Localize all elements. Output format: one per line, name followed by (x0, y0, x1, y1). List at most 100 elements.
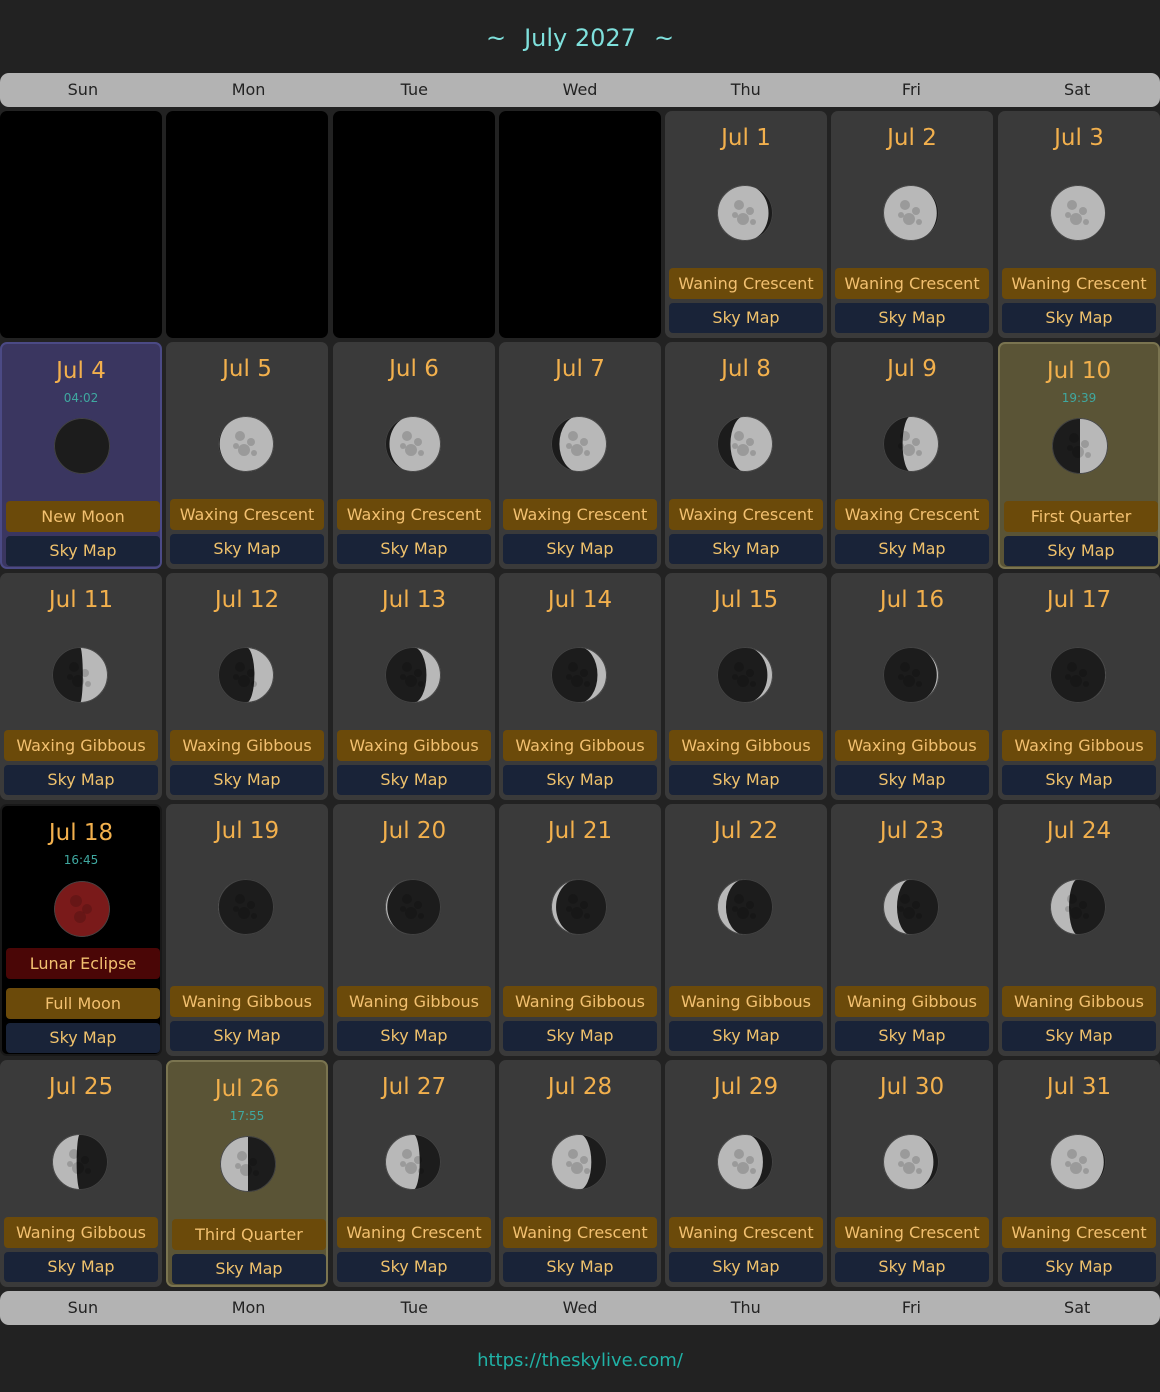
moon-phase-icon (54, 418, 110, 474)
day-date: Jul 16 (879, 587, 945, 613)
moon-phase-icon (1052, 418, 1108, 474)
day-date: Jul 2 (887, 125, 937, 151)
day-date: Jul 6 (389, 356, 439, 382)
sky-map-button[interactable]: Sky Map (1002, 765, 1156, 795)
day-cell: Jul 28 Waning Crescent Sky Map (499, 1060, 661, 1287)
moon-phase-icon (717, 185, 773, 241)
day-date: Jul 4 (56, 358, 106, 384)
phase-label: Waxing Crescent (669, 499, 823, 530)
day-date: Jul 24 (1046, 818, 1112, 844)
sky-map-button[interactable]: Sky Map (835, 534, 989, 564)
sky-map-button[interactable]: Sky Map (503, 1252, 657, 1282)
sky-map-button[interactable]: Sky Map (6, 1023, 160, 1053)
empty-day-cell (333, 111, 495, 338)
weekday-label: Mon (231, 1298, 266, 1317)
sky-map-button[interactable]: Sky Map (6, 536, 160, 566)
phase-label: Waxing Gibbous (835, 730, 989, 761)
empty-day-cell (499, 111, 661, 338)
day-cell: Jul 29 Waning Crescent Sky Map (665, 1060, 827, 1287)
sky-map-button[interactable]: Sky Map (1002, 1021, 1156, 1051)
day-cell: Jul 16 Waxing Gibbous Sky Map (831, 573, 993, 800)
sky-map-button[interactable]: Sky Map (835, 303, 989, 333)
sky-map-button[interactable]: Sky Map (669, 1021, 823, 1051)
sky-map-button[interactable]: Sky Map (669, 1252, 823, 1282)
day-date: Jul 14 (547, 587, 613, 613)
source-link[interactable]: https://theskylive.com/ (0, 1346, 1160, 1376)
phase-label: Waning Crescent (669, 1217, 823, 1248)
moon-phase-icon (1050, 1134, 1106, 1190)
phase-label: Waxing Gibbous (1002, 730, 1156, 761)
day-date: Jul 19 (214, 818, 280, 844)
phase-label: Waxing Gibbous (337, 730, 491, 761)
sky-map-button[interactable]: Sky Map (4, 1252, 158, 1282)
sky-map-button[interactable]: Sky Map (170, 765, 324, 795)
phase-label: Waxing Gibbous (170, 730, 324, 761)
sky-map-button[interactable]: Sky Map (170, 1021, 324, 1051)
sky-map-button[interactable]: Sky Map (170, 534, 324, 564)
weekday-label: Tue (400, 1298, 428, 1317)
sky-map-button[interactable]: Sky Map (1002, 1252, 1156, 1282)
day-cell: Jul 21 Waning Gibbous Sky Map (499, 804, 661, 1056)
phase-label: Waxing Crescent (337, 499, 491, 530)
day-date: Jul 9 (887, 356, 937, 382)
moon-phase-icon (385, 647, 441, 703)
sky-map-button[interactable]: Sky Map (669, 303, 823, 333)
sky-map-button[interactable]: Sky Map (503, 765, 657, 795)
day-cell: Jul 27 Waning Crescent Sky Map (333, 1060, 495, 1287)
phase-label: Full Moon (6, 988, 160, 1019)
day-cell: Jul 22 Waning Gibbous Sky Map (665, 804, 827, 1056)
sky-map-button[interactable]: Sky Map (669, 534, 823, 564)
sky-map-button[interactable]: Sky Map (4, 765, 158, 795)
day-date: Jul 15 (713, 587, 779, 613)
day-date: Jul 10 (1046, 358, 1112, 384)
moon-phase-icon (220, 1136, 276, 1192)
sky-map-button[interactable]: Sky Map (503, 534, 657, 564)
sky-map-button[interactable]: Sky Map (503, 1021, 657, 1051)
day-cell: Jul 15 Waxing Gibbous Sky Map (665, 573, 827, 800)
day-date: Jul 1 (721, 125, 771, 151)
day-date: Jul 8 (721, 356, 771, 382)
sky-map-button[interactable]: Sky Map (669, 765, 823, 795)
sky-map-button[interactable]: Sky Map (337, 765, 491, 795)
moon-phase-icon (883, 185, 939, 241)
day-date: Jul 11 (48, 587, 114, 613)
phase-label: Waning Crescent (669, 268, 823, 299)
weekday-label: Sat (1064, 1298, 1091, 1317)
phase-label: Waning Crescent (1002, 268, 1156, 299)
day-cell: Jul 23 Waning Gibbous Sky Map (831, 804, 993, 1056)
sky-map-button[interactable]: Sky Map (337, 1252, 491, 1282)
phase-label: Waning Gibbous (4, 1217, 158, 1248)
day-date: Jul 29 (713, 1074, 779, 1100)
sky-map-button[interactable]: Sky Map (172, 1254, 326, 1284)
day-cell: Jul 20 Waning Gibbous Sky Map (333, 804, 495, 1056)
moon-phase-icon (1050, 647, 1106, 703)
moon-phase-icon (52, 1134, 108, 1190)
phase-label: Waning Gibbous (337, 986, 491, 1017)
moon-phase-icon (54, 881, 110, 937)
day-date: Jul 13 (381, 587, 447, 613)
day-cell: Jul 7 Waxing Crescent Sky Map (499, 342, 661, 569)
moon-phase-icon (717, 879, 773, 935)
phase-time: 04:02 (63, 391, 99, 405)
day-date: Jul 5 (222, 356, 272, 382)
day-cell: Jul 17 Waxing Gibbous Sky Map (998, 573, 1160, 800)
day-cell: Jul 14 Waxing Gibbous Sky Map (499, 573, 661, 800)
sky-map-button[interactable]: Sky Map (1002, 303, 1156, 333)
phase-time: 16:45 (63, 853, 99, 867)
day-date: Jul 3 (1054, 125, 1104, 151)
weekday-label: Sun (67, 1298, 99, 1317)
phase-label: Waning Crescent (835, 268, 989, 299)
day-date: Jul 22 (713, 818, 779, 844)
day-date: Jul 26 (214, 1076, 280, 1102)
day-date: Jul 7 (555, 356, 605, 382)
day-cell: Jul 25 Waning Gibbous Sky Map (0, 1060, 162, 1287)
empty-day-cell (0, 111, 162, 338)
sky-map-button[interactable]: Sky Map (1004, 536, 1158, 566)
sky-map-button[interactable]: Sky Map (835, 1252, 989, 1282)
phase-label: Waning Gibbous (1002, 986, 1156, 1017)
sky-map-button[interactable]: Sky Map (337, 534, 491, 564)
day-cell: Jul 24 Waning Gibbous Sky Map (998, 804, 1160, 1056)
sky-map-button[interactable]: Sky Map (337, 1021, 491, 1051)
sky-map-button[interactable]: Sky Map (835, 1021, 989, 1051)
sky-map-button[interactable]: Sky Map (835, 765, 989, 795)
